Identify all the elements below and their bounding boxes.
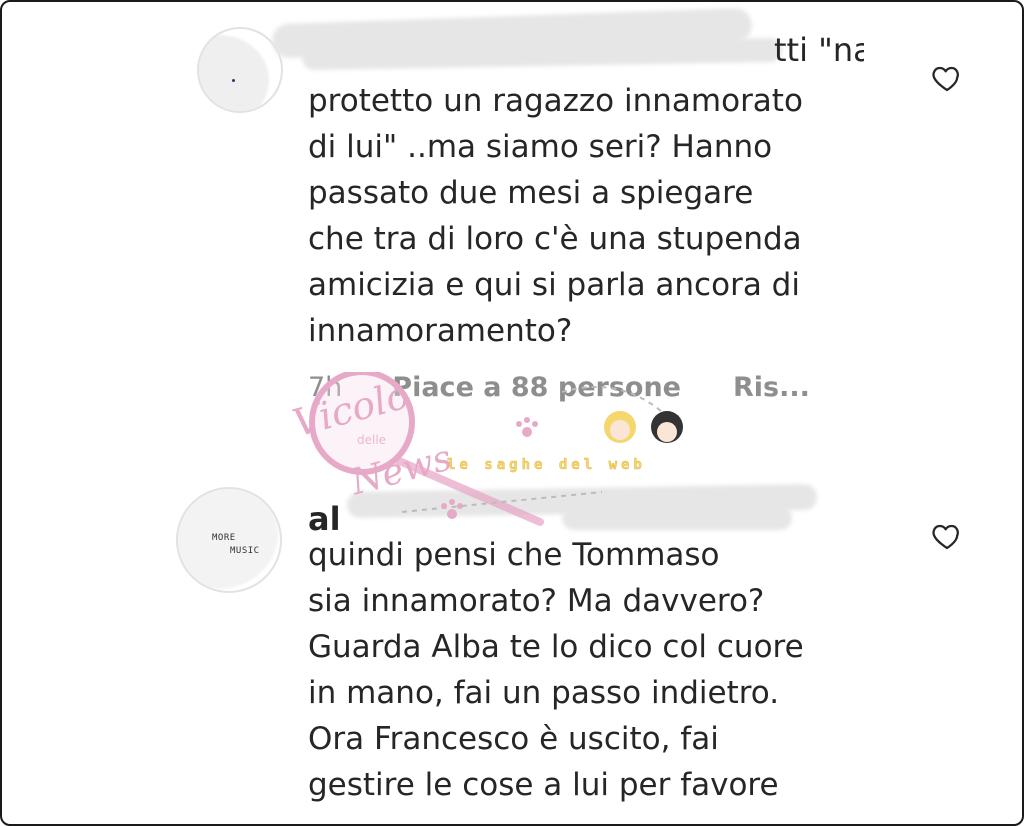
avatar-logo-text: MORE — [212, 533, 236, 543]
username-redaction — [562, 506, 792, 530]
likes-count[interactable]: Piace a 88 persone — [392, 372, 681, 403]
comment-text: quindi pensi che Tommaso sia innamorato?… — [308, 537, 804, 803]
heart-outline-icon[interactable] — [930, 520, 964, 552]
reply-button[interactable]: Ris... — [733, 372, 810, 403]
avatar-logo-text: MUSIC — [230, 546, 260, 556]
comment-meta: 7h Piace a 88 persone Ris... — [308, 372, 862, 403]
avatar[interactable]: MORE MUSIC — [176, 487, 282, 593]
comment-username-fragment: tti "na — [774, 29, 864, 71]
comment-2: MORE MUSIC al quindi pensi che Tommaso s… — [2, 432, 1022, 824]
comment-1: tti "na protetto un ragazzo innamorato d… — [2, 2, 1022, 432]
comment-text: protetto un ragazzo innamorato di lui" .… — [308, 83, 803, 349]
avatar-dot — [232, 79, 235, 82]
heart-outline-icon[interactable] — [930, 62, 964, 94]
username-fragment-text: tti "na — [774, 31, 864, 69]
screenshot-frame: tti "na protetto un ragazzo innamorato d… — [0, 0, 1024, 826]
avatar-blur — [199, 35, 269, 111]
comment-time[interactable]: 7h — [308, 372, 342, 403]
avatar[interactable] — [197, 27, 283, 113]
